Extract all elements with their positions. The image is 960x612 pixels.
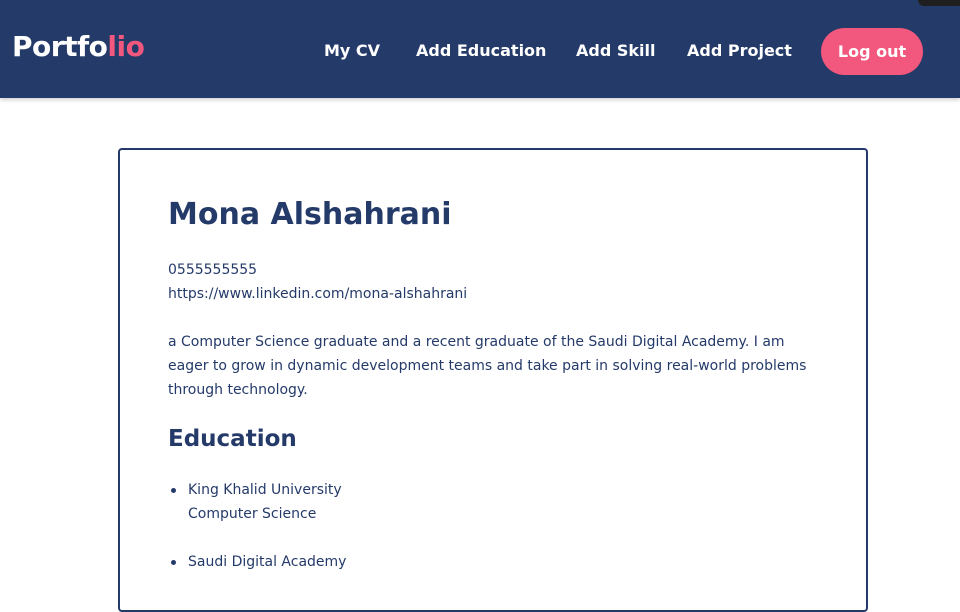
nav-link-add-project[interactable]: Add Project (687, 40, 792, 62)
logout-button[interactable]: Log out (821, 28, 923, 75)
nav-link-add-education[interactable]: Add Education (416, 40, 546, 62)
top-navbar: Portfolio My CV Add Education Add Skill … (0, 0, 960, 98)
brand-logo-part2: lio (107, 30, 145, 63)
nav-link-my-cv[interactable]: My CV (324, 40, 380, 62)
education-institution: Saudi Digital Academy (188, 554, 347, 570)
nav-link-add-skill[interactable]: Add Skill (576, 40, 655, 62)
profile-linkedin[interactable]: https://www.linkedin.com/mona-alshahrani (168, 282, 467, 306)
brand-logo[interactable]: Portfolio (12, 28, 145, 66)
education-list-item: Saudi Digital Academy (171, 550, 347, 574)
profile-bio: a Computer Science graduate and a recent… (168, 334, 807, 398)
education-field: Computer Science (188, 506, 317, 522)
education-list-item: King Khalid University Computer Science (171, 478, 342, 526)
education-institution: King Khalid University (188, 482, 342, 498)
bullet-icon (171, 488, 176, 493)
window-corner-overlay (918, 0, 960, 6)
brand-logo-part1: Portfo (12, 30, 108, 63)
profile-name: Mona Alshahrani (168, 197, 452, 232)
profile-phone: 0555555555 (168, 262, 258, 278)
education-section-title: Education (168, 426, 297, 452)
bullet-icon (171, 560, 176, 565)
